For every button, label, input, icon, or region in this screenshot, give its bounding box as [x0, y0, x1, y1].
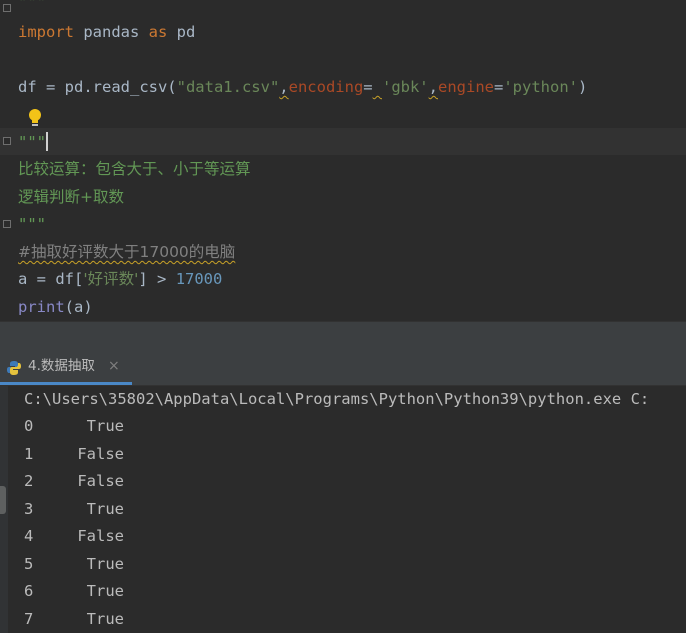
row-index: 7	[24, 609, 34, 628]
code-line-print[interactable]: print(a)	[18, 293, 93, 321]
row-index: 5	[24, 554, 34, 573]
lightbulb-icon[interactable]	[27, 108, 43, 128]
code-editor[interactable]: """ import pandas as pd df = pd.read_csv…	[0, 0, 686, 321]
row-value: False	[77, 472, 124, 490]
editor-gutter	[0, 0, 14, 321]
comma-warning: ,	[428, 78, 438, 96]
console-side-strip	[0, 386, 8, 633]
equals-sign: =	[363, 78, 373, 96]
panel-divider[interactable]	[0, 321, 686, 352]
equals-sign: =	[494, 78, 504, 96]
comment-text: #抽取好评数大于17000的电脑	[18, 243, 236, 261]
python-icon	[7, 361, 21, 375]
string-engine: 'python'	[503, 78, 578, 96]
console-output-row: 1 False	[24, 441, 124, 468]
code-line-docstring-start[interactable]: """	[18, 128, 46, 156]
current-line-highlight	[0, 128, 686, 155]
close-paren: )	[578, 78, 588, 96]
comma-warning: ,	[279, 78, 289, 96]
row-index: 6	[24, 582, 34, 600]
code-line-docstring-end[interactable]: """	[18, 0, 46, 16]
string-filename: "data1.csv"	[176, 78, 280, 96]
text-caret	[46, 132, 48, 151]
string-encoding: 'gbk'	[381, 78, 429, 96]
code-text: ] >	[138, 270, 176, 288]
code-text: df = pd.read_csv(	[18, 78, 177, 96]
keyword-as: as	[148, 23, 168, 41]
row-value: True	[86, 417, 124, 435]
row-value: True	[86, 554, 124, 573]
module-name: pandas	[74, 23, 149, 41]
code-line-docstring-text[interactable]: 比较运算：包含大于、小于等运算	[18, 155, 251, 183]
string-column-key: '好评数'	[83, 270, 139, 288]
module-alias: pd	[167, 23, 196, 41]
code-line-read-csv[interactable]: df = pd.read_csv("data1.csv",encoding= '…	[18, 73, 587, 101]
number-literal: 17000	[175, 270, 223, 288]
code-text: (a)	[64, 298, 93, 316]
row-index: 1	[24, 444, 34, 463]
console-output-row: 6 True	[24, 578, 124, 605]
row-index: 2	[24, 472, 34, 490]
row-index: 4	[24, 527, 34, 545]
code-line-docstring-text[interactable]: 逻辑判断+取数	[18, 183, 124, 211]
param-engine: engine	[438, 78, 494, 96]
run-tab-label: 4.数据抽取	[28, 358, 95, 374]
run-tool-window-header: 4.数据抽取 ×	[0, 351, 686, 386]
code-line-compare[interactable]: a = df['好评数'] > 17000	[18, 265, 222, 293]
row-value: True	[86, 582, 124, 600]
code-line-docstring-end[interactable]: """	[18, 210, 46, 238]
console-output-row: 4 False	[24, 523, 124, 550]
console-output-row: 0 True	[24, 413, 124, 440]
console-output-row: 3 True	[24, 496, 124, 523]
run-tab[interactable]: 4.数据抽取 ×	[0, 351, 132, 385]
row-value: True	[86, 499, 124, 518]
close-icon[interactable]: ×	[108, 351, 120, 382]
console-command-line: C:\Users\35802\AppData\Local\Programs\Py…	[24, 390, 650, 408]
param-encoding: encoding	[288, 78, 364, 96]
row-value: False	[77, 444, 124, 463]
run-console[interactable]: C:\Users\35802\AppData\Local\Programs\Py…	[0, 386, 686, 633]
console-output-row: 2 False	[24, 468, 124, 495]
keyword-import: import	[18, 23, 74, 41]
console-output-row: 5 True	[24, 551, 124, 578]
console-scroll-handle[interactable]	[0, 486, 6, 514]
fold-marker-icon[interactable]	[3, 137, 11, 145]
row-index: 3	[24, 499, 34, 518]
row-value: False	[77, 527, 124, 545]
row-value: True	[86, 609, 124, 628]
code-line-comment[interactable]: #抽取好评数大于17000的电脑	[18, 238, 235, 266]
builtin-print: print	[18, 298, 65, 316]
row-index: 0	[24, 417, 34, 435]
fold-marker-icon[interactable]	[3, 4, 11, 12]
space-warning	[373, 78, 382, 96]
console-output-row: 7 True	[24, 606, 124, 633]
code-text: a = df[	[18, 270, 84, 288]
fold-marker-icon[interactable]	[3, 220, 11, 228]
code-line-import[interactable]: import pandas as pd	[18, 18, 195, 46]
